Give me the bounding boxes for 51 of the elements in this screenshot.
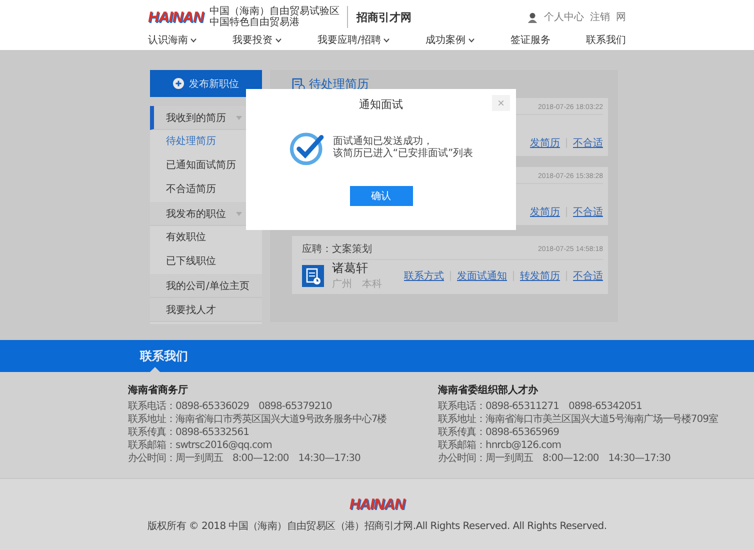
contact-line: 办公时间：周一到周五 8:00—12:00 14:30—17:30 bbox=[128, 452, 362, 465]
plus-icon bbox=[173, 78, 184, 89]
user-link[interactable]: 注销 bbox=[590, 10, 610, 24]
contact-line: 办公时间：周一到周五 8:00—12:00 14:30—17:30 bbox=[438, 452, 672, 465]
footer-logo: HAINAN bbox=[349, 496, 405, 513]
contact-line: 联系邮箱：swtrsc2016@qq.com bbox=[128, 439, 273, 452]
nav-item[interactable]: 签证服务 bbox=[510, 33, 550, 47]
contact-line: 联系邮箱：hnrcb@126.com bbox=[438, 439, 562, 452]
contact-line: 联系电话：0898-65336029 0898-65379210 bbox=[128, 400, 333, 413]
action-link[interactable]: 不合适 bbox=[573, 268, 603, 282]
dialog-title: 通知面试 bbox=[359, 97, 403, 112]
action-link[interactable]: 不合适 bbox=[573, 205, 603, 219]
action-link[interactable]: 转发简历 bbox=[520, 268, 560, 282]
nav-item[interactable]: 我要应聘/招聘 bbox=[317, 33, 390, 47]
action-link[interactable]: 发简历 bbox=[530, 136, 560, 150]
publish-job-button[interactable]: 发布新职位 bbox=[150, 70, 262, 97]
position-text: 应聘：文案策划 bbox=[302, 242, 372, 256]
check-icon bbox=[288, 130, 325, 166]
org-name: 海南省商务厅 bbox=[128, 384, 189, 398]
user-link[interactable]: 个人中心 bbox=[544, 10, 584, 24]
logo-subtitle: 中国特色自由贸易港 bbox=[209, 17, 300, 28]
nav-item[interactable]: 认识海南 bbox=[148, 33, 197, 47]
action-link[interactable]: 不合适 bbox=[573, 136, 603, 150]
panel-title: 待处理简历 bbox=[309, 76, 369, 92]
copyright-text: 版权所有 © 2018 中国（海南）自由贸易区（港）招商引才网.All Rights Reserved. All Rights Reserved. bbox=[147, 520, 607, 533]
contact-line: 联系电话：0898-65311271 0898-65342051 bbox=[438, 400, 643, 413]
nav-item[interactable]: 我要投资 bbox=[232, 33, 282, 47]
action-link[interactable]: 发简历 bbox=[530, 205, 560, 219]
logo-subtitle: 中国（海南）自由贸易试验区 bbox=[209, 6, 340, 17]
contact-line: 联系传真：0898-65365969 bbox=[438, 426, 560, 439]
site-logo[interactable]: HAINAN bbox=[148, 8, 204, 26]
resume-icon bbox=[302, 264, 324, 286]
candidate-name: 诸葛轩 bbox=[332, 260, 369, 277]
action-link[interactable]: 联系方式 bbox=[404, 268, 444, 282]
site-name: 招商引才网 bbox=[356, 10, 412, 24]
action-link[interactable]: 发面试通知 bbox=[457, 268, 507, 282]
candidate-meta: 广州 本科 bbox=[332, 278, 382, 291]
contact-line: 联系地址：海南省海口市秀英区国兴大道9号政务服务中心7楼 bbox=[128, 413, 388, 426]
org-name: 海南省委组织部人才办 bbox=[438, 384, 539, 398]
dialog-message: 面试通知已发送成功， bbox=[332, 136, 434, 148]
nav-item[interactable]: 联系我们 bbox=[586, 33, 626, 47]
contact-line: 联系传真：0898-65332561 bbox=[128, 426, 250, 439]
avatar-icon[interactable] bbox=[527, 12, 538, 22]
sidebar-group[interactable]: 我要找人才 bbox=[150, 298, 262, 322]
sidebar-group[interactable]: 我的公司/单位主页 bbox=[150, 274, 262, 298]
contact-line: 联系地址：海南省海口市美兰区国兴大道5号海南广场一号楼709室 bbox=[438, 413, 719, 426]
dialog-message: 该简历已进入“已安排面试”列表 bbox=[332, 148, 474, 160]
nav-item[interactable]: 成功案例 bbox=[426, 33, 475, 47]
user-link[interactable]: 网 bbox=[616, 10, 626, 24]
confirm-button[interactable]: 确认 bbox=[350, 186, 412, 206]
contact-heading: 联系我们 bbox=[140, 348, 188, 364]
